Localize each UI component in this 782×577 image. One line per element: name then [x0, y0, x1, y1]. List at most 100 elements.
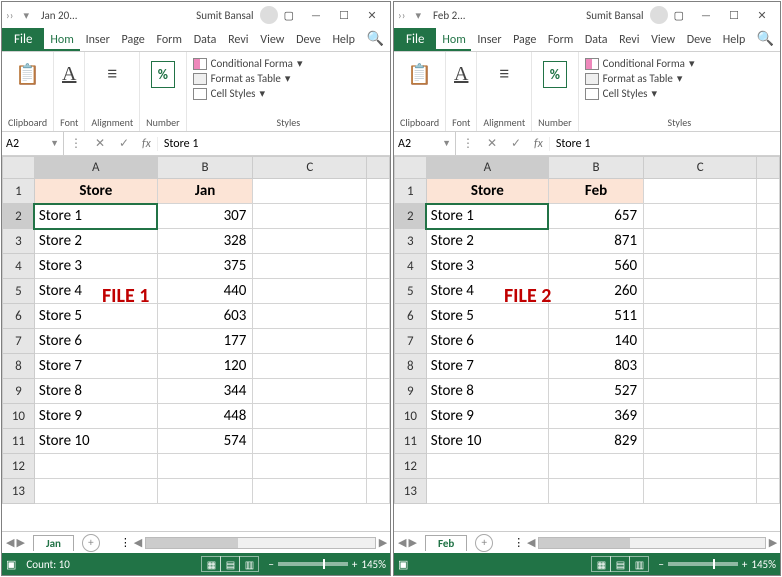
- group-number[interactable]: % Number: [140, 52, 186, 131]
- row-header[interactable]: 11: [395, 429, 427, 454]
- row-header[interactable]: 13: [395, 479, 427, 504]
- tab-developer[interactable]: Deve: [290, 29, 326, 51]
- sheet-nav-prev-icon[interactable]: ◀: [6, 536, 14, 549]
- row-header[interactable]: 5: [395, 279, 427, 304]
- tab-formulas[interactable]: Form: [542, 29, 579, 51]
- select-all[interactable]: [3, 157, 35, 179]
- select-all[interactable]: [395, 157, 427, 179]
- tab-data[interactable]: Data: [579, 29, 613, 51]
- row-header[interactable]: 3: [3, 229, 35, 254]
- formula-input[interactable]: Store 1: [549, 137, 780, 151]
- record-macro-icon[interactable]: ▣: [6, 558, 16, 571]
- view-pagelayout-icon[interactable]: ▤: [610, 556, 630, 572]
- ribbon-display-icon[interactable]: ▢: [284, 9, 294, 22]
- worksheet[interactable]: A B C 1StoreFeb 2Store 1657 3Store 2871 …: [394, 156, 780, 531]
- row-header[interactable]: 10: [395, 404, 427, 429]
- cell-styles[interactable]: Cell Styles▾: [193, 86, 265, 101]
- sheet-tab[interactable]: Jan: [33, 535, 74, 551]
- enter-icon[interactable]: ✓: [504, 136, 528, 151]
- col-header-b[interactable]: B: [548, 157, 643, 179]
- minimize-button[interactable]: —: [692, 5, 720, 25]
- close-button[interactable]: ✕: [748, 5, 776, 25]
- user-name[interactable]: Sumit Bansal: [196, 9, 253, 22]
- scroll-left-icon[interactable]: ◀: [524, 536, 538, 549]
- view-normal-icon[interactable]: ▦: [201, 556, 221, 572]
- name-box[interactable]: A2▼: [394, 132, 456, 155]
- view-pagebreak-icon[interactable]: ▥: [629, 556, 649, 572]
- tab-insert[interactable]: Inser: [80, 29, 116, 51]
- row-header[interactable]: 8: [3, 354, 35, 379]
- cancel-icon[interactable]: ✕: [88, 136, 112, 151]
- alignment-icon[interactable]: ≡: [499, 56, 509, 92]
- zoom-slider[interactable]: [668, 562, 738, 566]
- paste-icon[interactable]: 📋: [15, 56, 40, 92]
- tab-home[interactable]: Hom: [44, 29, 79, 51]
- new-sheet-button[interactable]: +: [475, 534, 493, 552]
- row-header[interactable]: 7: [395, 329, 427, 354]
- view-normal-icon[interactable]: ▦: [591, 556, 611, 572]
- sheet-nav-next-icon[interactable]: ▶: [408, 536, 416, 549]
- fx-icon[interactable]: fx: [136, 137, 157, 151]
- paste-icon[interactable]: 📋: [407, 56, 432, 92]
- user-name[interactable]: Sumit Bansal: [586, 9, 643, 22]
- group-clipboard[interactable]: 📋 Clipboard: [2, 52, 54, 131]
- enter-icon[interactable]: ✓: [112, 136, 136, 151]
- user-avatar-icon[interactable]: [650, 6, 668, 24]
- name-box[interactable]: A2▼: [2, 132, 64, 155]
- col-header-d[interactable]: [367, 157, 390, 179]
- tell-me-icon[interactable]: 🔍: [361, 26, 390, 51]
- format-as-table[interactable]: Format as Table▾: [193, 71, 291, 86]
- row-header[interactable]: 2: [3, 204, 35, 229]
- tab-data[interactable]: Data: [188, 29, 222, 51]
- group-clipboard[interactable]: 📋Clipboard: [394, 52, 446, 131]
- tab-developer[interactable]: Deve: [681, 29, 717, 51]
- record-macro-icon[interactable]: ▣: [398, 558, 408, 571]
- maximize-button[interactable]: ☐: [330, 5, 358, 25]
- tab-formulas[interactable]: Form: [151, 29, 188, 51]
- tab-page[interactable]: Page: [507, 29, 542, 51]
- row-header[interactable]: 12: [395, 454, 427, 479]
- row-header[interactable]: 6: [395, 304, 427, 329]
- horizontal-scrollbar[interactable]: ⋮◀ ▶: [120, 536, 390, 549]
- col-header-a[interactable]: A: [34, 157, 157, 179]
- qat-more-icon[interactable]: ››: [398, 9, 405, 22]
- cell-styles[interactable]: Cell Styles▾: [585, 86, 657, 101]
- zoom-slider[interactable]: [278, 562, 348, 566]
- tab-view[interactable]: View: [645, 29, 681, 51]
- maximize-button[interactable]: ☐: [720, 5, 748, 25]
- row-header[interactable]: 4: [3, 254, 35, 279]
- close-button[interactable]: ✕: [358, 5, 386, 25]
- zoom-control[interactable]: − + 145%: [658, 558, 776, 571]
- font-icon[interactable]: A: [62, 56, 76, 92]
- row-header[interactable]: 1: [395, 179, 427, 204]
- tab-help[interactable]: Help: [717, 29, 751, 51]
- row-header[interactable]: 7: [3, 329, 35, 354]
- qat-caret-icon[interactable]: ▾: [415, 9, 421, 22]
- col-header-c[interactable]: C: [644, 157, 757, 179]
- row-header[interactable]: 9: [3, 379, 35, 404]
- row-header[interactable]: 2: [395, 204, 427, 229]
- col-header-c[interactable]: C: [253, 157, 367, 179]
- row-header[interactable]: 3: [395, 229, 427, 254]
- col-header-d[interactable]: [757, 157, 780, 179]
- new-sheet-button[interactable]: +: [82, 534, 100, 552]
- tab-review[interactable]: Revi: [613, 29, 645, 51]
- zoom-level[interactable]: 145%: [751, 558, 776, 571]
- tell-me-icon[interactable]: 🔍: [751, 26, 780, 51]
- scroll-right-icon[interactable]: ▶: [376, 536, 390, 549]
- row-header[interactable]: 5: [3, 279, 35, 304]
- tab-help[interactable]: Help: [326, 29, 360, 51]
- cancel-icon[interactable]: ✕: [480, 136, 504, 151]
- row-header[interactable]: 4: [395, 254, 427, 279]
- zoom-control[interactable]: − + 145%: [268, 558, 386, 571]
- zoom-out-icon[interactable]: −: [658, 558, 663, 571]
- worksheet[interactable]: A B C 1StoreJan 2Store 1307 3Store 2328 …: [2, 156, 390, 531]
- scroll-thumb[interactable]: [539, 538, 629, 548]
- row-header[interactable]: 1: [3, 179, 35, 204]
- fx-icon[interactable]: fx: [528, 137, 549, 151]
- conditional-formatting[interactable]: Conditional Forma▾: [193, 56, 303, 71]
- qat-caret-icon[interactable]: ▾: [23, 9, 29, 22]
- font-icon[interactable]: A: [454, 56, 468, 92]
- format-as-table[interactable]: Format as Table▾: [585, 71, 683, 86]
- tab-review[interactable]: Revi: [222, 29, 254, 51]
